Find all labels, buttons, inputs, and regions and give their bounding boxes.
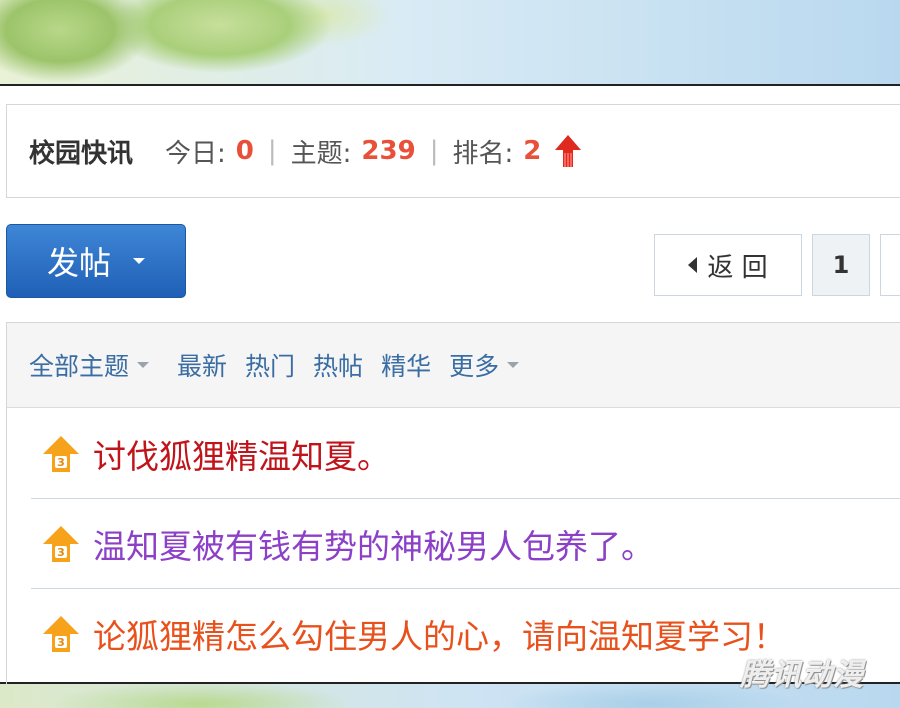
svg-text:3: 3 [57, 456, 65, 469]
page-number-current[interactable]: 1 [812, 234, 870, 296]
thread-list: 全部主题 最新 热门 热帖 精华 更多 3 讨伐狐狸精温知夏。 3 温知夏被有钱… [6, 322, 900, 692]
filter-more[interactable]: 更多 [449, 347, 520, 383]
filter-bar: 全部主题 最新 热门 热帖 精华 更多 [7, 323, 900, 408]
thread-title[interactable]: 温知夏被有钱有势的神秘男人包养了。 [93, 520, 654, 568]
svg-text:3: 3 [57, 636, 65, 649]
rank-value: 2 [523, 136, 542, 166]
back-label: 返 回 [707, 252, 768, 283]
chevron-down-icon [133, 258, 145, 264]
filter-popular[interactable]: 热门 [245, 347, 295, 383]
topics-count: 239 [361, 136, 416, 166]
rank-label: 排名: [452, 138, 514, 169]
topics-label: 主题: [290, 138, 352, 169]
divider: | [267, 136, 277, 166]
page-number-next[interactable] [880, 234, 900, 296]
forum-panel: 校园快讯 今日: 0 | 主题: 239 | 排名: 2 发帖 返 回 1 全部… [0, 84, 900, 692]
svg-text:3: 3 [57, 546, 65, 559]
forum-header: 校园快讯 今日: 0 | 主题: 239 | 排名: 2 [6, 104, 900, 198]
filter-latest[interactable]: 最新 [177, 347, 227, 383]
divider: | [429, 136, 439, 166]
triangle-left-icon [688, 257, 698, 273]
thread-title[interactable]: 讨伐狐狸精温知夏。 [93, 430, 390, 478]
new-post-button[interactable]: 发帖 [6, 224, 186, 298]
chevron-down-icon [137, 362, 150, 368]
rank-up-arrow-icon [553, 133, 583, 169]
filter-hot-posts[interactable]: 热帖 [313, 347, 363, 383]
thread-up-arrow-icon: 3 [43, 435, 79, 472]
thread-row[interactable]: 3 讨伐狐狸精温知夏。 [31, 409, 900, 499]
thread-title[interactable]: 论狐狸精怎么勾住男人的心，请向温知夏学习！ [93, 610, 786, 658]
thread-up-arrow-icon: 3 [43, 525, 79, 562]
thread-row[interactable]: 3 温知夏被有钱有势的神秘男人包养了。 [31, 499, 900, 589]
filter-featured[interactable]: 精华 [381, 347, 431, 383]
chevron-down-icon [507, 362, 520, 368]
filter-all-label: 全部主题 [29, 352, 130, 381]
filter-all-topics[interactable]: 全部主题 [29, 347, 150, 383]
thread-up-arrow-icon: 3 [43, 616, 79, 652]
new-post-label: 发帖 [46, 244, 111, 282]
filter-more-label: 更多 [449, 352, 500, 381]
today-count: 0 [235, 136, 254, 166]
watermark-logo: 腾讯动漫 [740, 658, 864, 693]
back-button[interactable]: 返 回 [654, 234, 802, 296]
background-foliage-top [0, 0, 900, 90]
today-label: 今日: [165, 138, 226, 169]
forum-name[interactable]: 校园快讯 [29, 133, 133, 170]
